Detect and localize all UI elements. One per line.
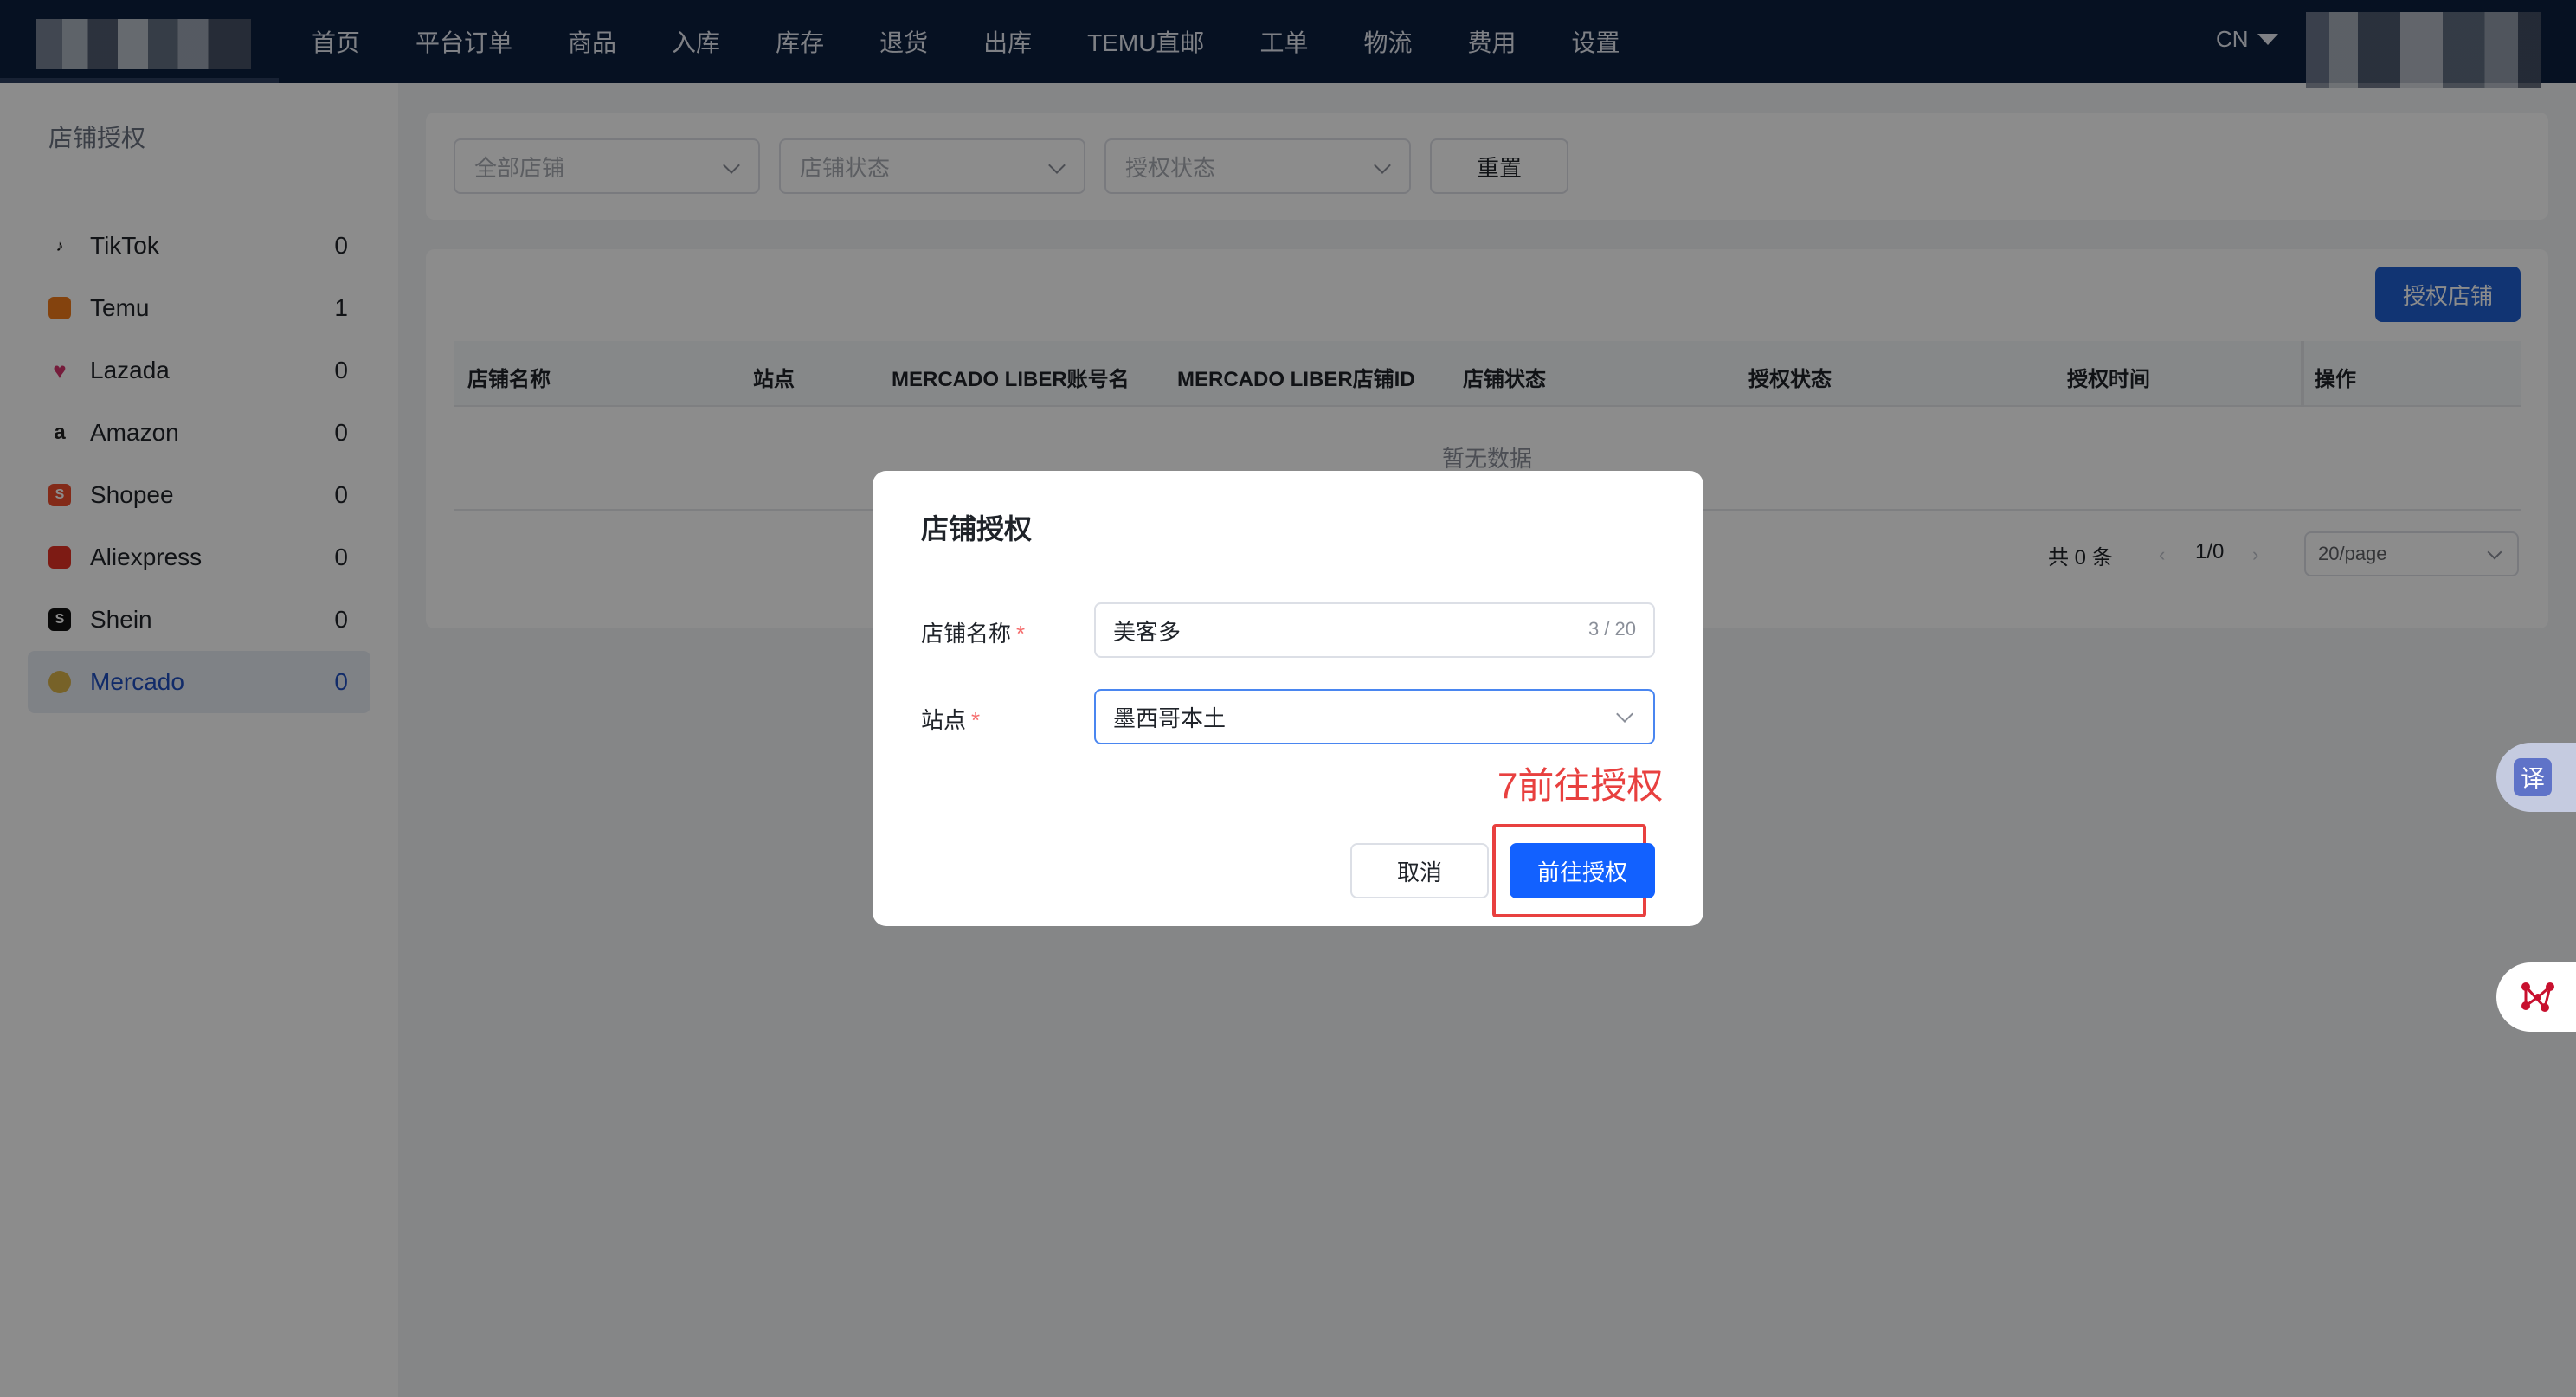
network-icon — [2521, 982, 2554, 1012]
dialog-title: 店铺授权 — [921, 513, 1033, 544]
store-name-input[interactable]: 美客多 3 / 20 — [1094, 602, 1655, 658]
cancel-button[interactable]: 取消 — [1350, 843, 1489, 898]
site-select-value: 墨西哥本土 — [1113, 705, 1227, 731]
store-name-label: 店铺名称 * — [921, 616, 1025, 648]
store-auth-dialog: 店铺授权 店铺名称 * 美客多 3 / 20 站点 * 墨西哥本土 7前往授权 取消… — [873, 471, 1703, 926]
translate-icon: 译 — [2514, 758, 2552, 796]
char-counter: 3 / 20 — [1587, 618, 1636, 640]
store-name-label-text: 店铺名称 — [921, 621, 1012, 647]
chevron-down-icon — [1616, 705, 1633, 723]
required-mark: * — [1016, 621, 1026, 647]
required-mark: * — [971, 707, 981, 733]
translate-button[interactable]: 译 — [2496, 743, 2576, 812]
step-annotation: 7前往授权 — [1497, 765, 1664, 806]
assistant-button[interactable] — [2496, 962, 2576, 1032]
site-label: 站点 * — [921, 703, 980, 735]
site-label-text: 站点 — [921, 707, 967, 733]
go-authorize-button[interactable]: 前往授权 — [1510, 843, 1655, 898]
site-select[interactable]: 墨西哥本土 — [1094, 689, 1655, 744]
store-name-value: 美客多 — [1113, 618, 1182, 645]
